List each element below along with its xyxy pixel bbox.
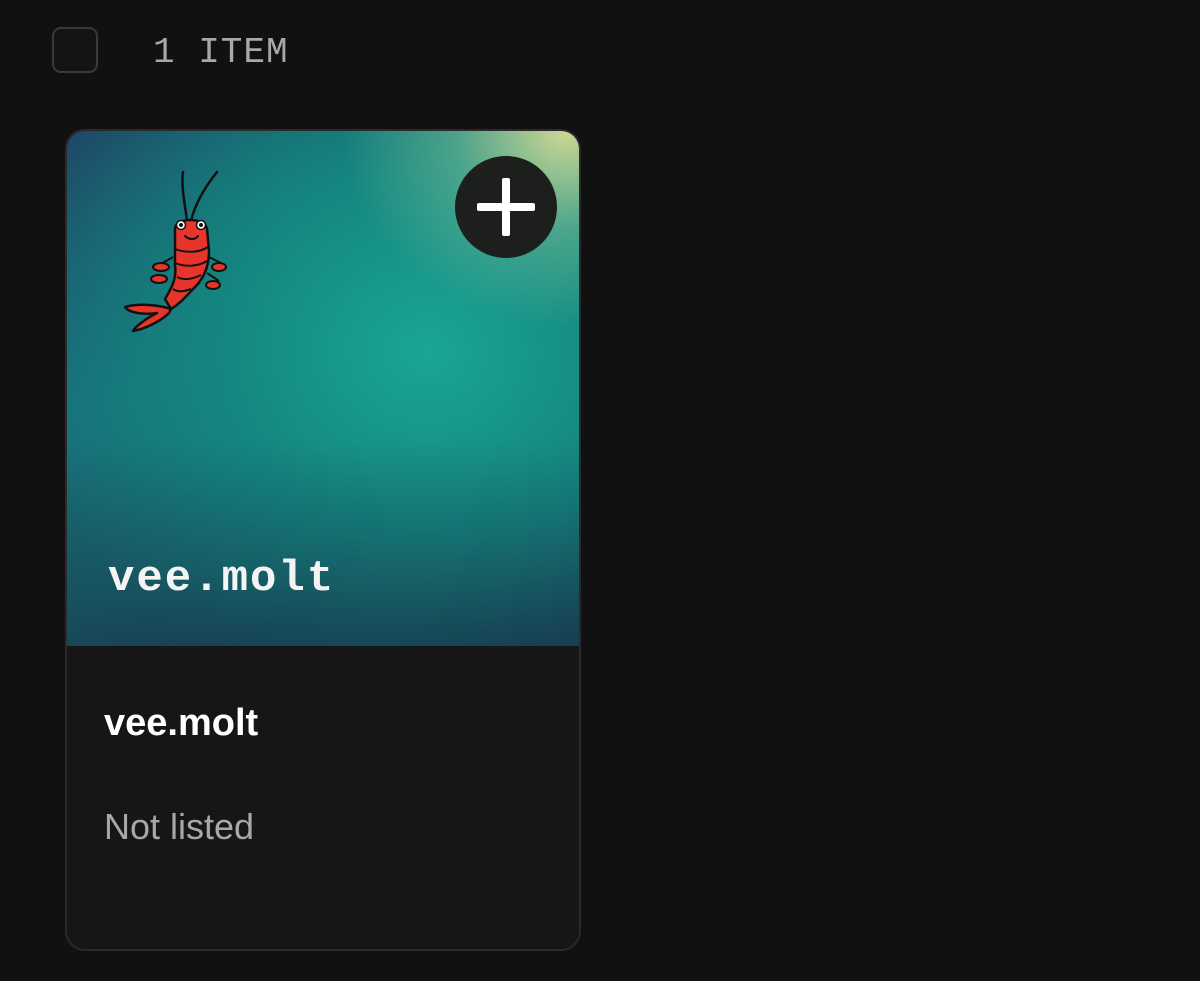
item-artwork: vee.molt: [67, 131, 579, 646]
item-info: vee.molt Not listed: [67, 646, 579, 949]
select-all-checkbox[interactable]: [52, 27, 98, 73]
plus-icon: [477, 178, 535, 236]
add-button[interactable]: [455, 156, 557, 258]
item-count-label: 1 ITEM: [153, 32, 289, 73]
shrimp-icon: [123, 170, 227, 333]
listing-status: Not listed: [104, 806, 255, 847]
artwork-title: vee.molt: [108, 554, 336, 604]
item-card[interactable]: vee.molt vee.molt Not listed: [65, 129, 581, 951]
item-name[interactable]: vee.molt: [104, 702, 258, 745]
